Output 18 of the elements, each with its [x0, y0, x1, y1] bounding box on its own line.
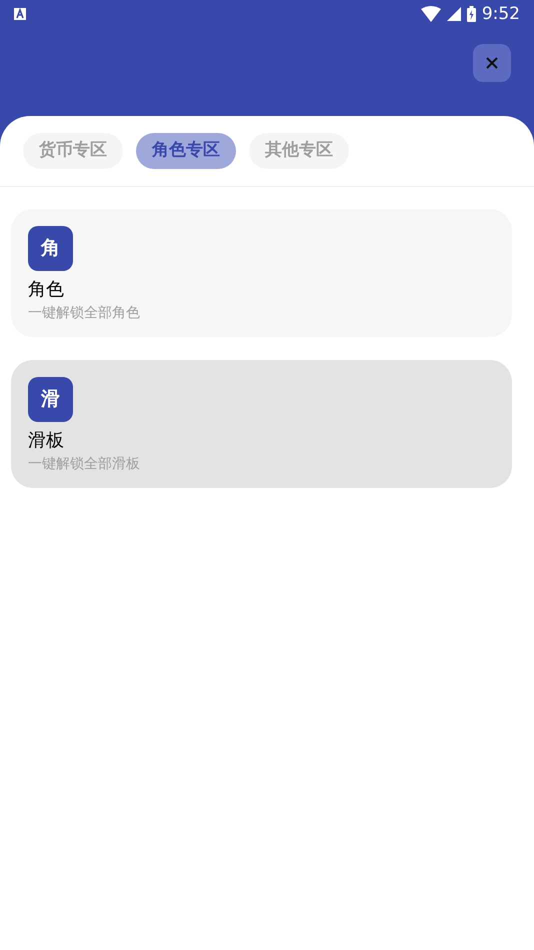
unlock-card[interactable]: 角 角色 一键解锁全部角色: [11, 209, 512, 337]
card-icon: 滑: [28, 377, 73, 422]
card-title: 滑板: [28, 429, 64, 453]
close-button[interactable]: [473, 44, 511, 82]
signal-icon: [446, 7, 461, 21]
wifi-icon: [420, 6, 441, 22]
card-icon: 角: [28, 226, 73, 271]
unlock-card[interactable]: 滑 滑板 一键解锁全部滑板: [11, 360, 512, 488]
battery-icon: [466, 6, 476, 22]
category-tab[interactable]: 角色专区: [136, 133, 236, 169]
close-icon: [486, 57, 498, 69]
notification-icon: [14, 8, 26, 20]
status-time: 9:52: [482, 6, 520, 22]
category-tab[interactable]: 货币专区: [23, 133, 123, 169]
category-tab[interactable]: 其他专区: [249, 133, 349, 169]
card-subtitle: 一键解锁全部滑板: [28, 455, 140, 474]
card-subtitle: 一键解锁全部角色: [28, 304, 140, 323]
card-title: 角色: [28, 278, 64, 302]
